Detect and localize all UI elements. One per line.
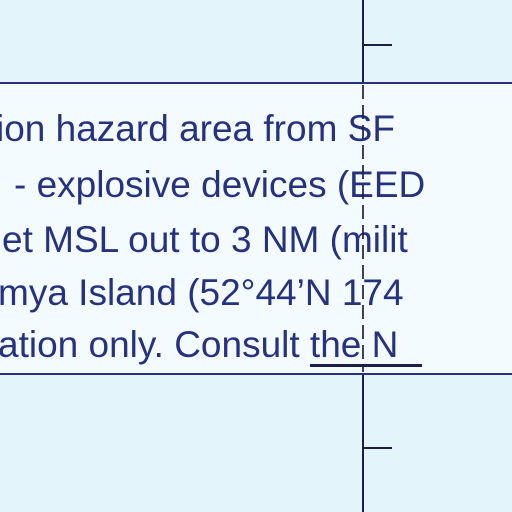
notice-line-3: et MSL out to 3 NM (milit [2,219,408,260]
hazard-notice-box: ion hazard area from SF - explosive devi… [0,82,512,375]
nautical-chart-fragment: ion hazard area from SF - explosive devi… [0,0,512,512]
meridian-tick-mark [362,44,392,46]
meridian-line-overprint [362,85,364,372]
underline-mark [310,364,422,367]
notice-line-4: mya Island (52°44’N 174 [0,272,404,313]
meridian-tick-mark [362,447,392,449]
notice-line-1: ion hazard area from SF [0,108,395,149]
notice-line-5: ation only. Consult the N [0,324,399,365]
